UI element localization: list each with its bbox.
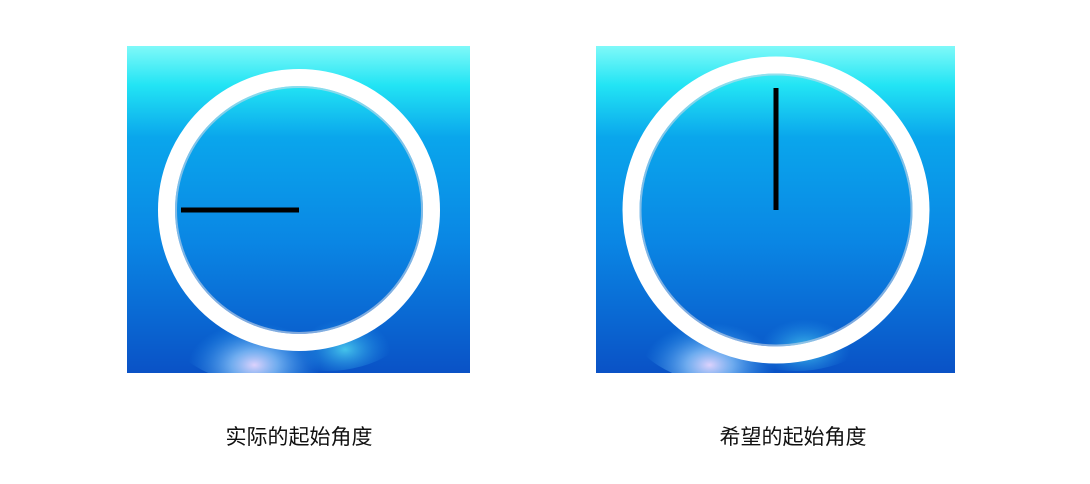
desired-start-angle-panel xyxy=(596,46,955,373)
desired-start-angle-caption: 希望的起始角度 xyxy=(719,425,867,449)
clock-illustration-left xyxy=(127,46,470,373)
actual-start-angle-panel xyxy=(127,46,470,373)
actual-start-angle-caption: 实际的起始角度 xyxy=(225,425,373,449)
clock-illustration-right xyxy=(596,46,955,373)
